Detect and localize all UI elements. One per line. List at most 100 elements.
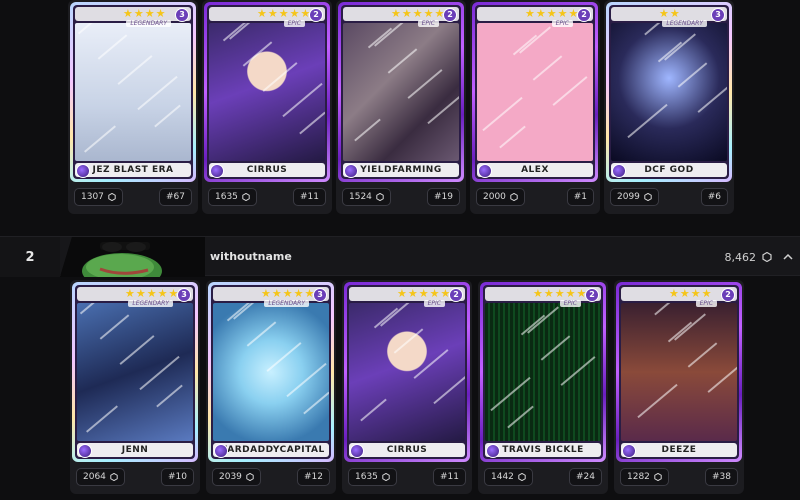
price-pill: 1635 [208,188,257,206]
nft-card-tile[interactable]: ★ ★ ★ ★ 2 EPIC DEEZE 1282 #38 [614,280,744,494]
card-stats: 1635 #11 [208,188,326,208]
card-stats: 1442 #24 [484,468,602,488]
light-streak [664,33,696,61]
card-face: ★★★★★★2 EPIC CIRRUS [347,285,467,459]
leaderboard-row[interactable]: 2 withoutname 8,462 [0,236,800,277]
hexagon-icon [376,193,384,201]
light-streak [407,69,443,99]
light-streak [674,313,706,341]
serial-pill: #38 [705,468,738,486]
card-face: ★ ★ 3 LEGENDARY DCF GOD [609,5,729,179]
serial-pill: #67 [159,188,192,206]
light-streak [262,62,298,92]
nft-card-tile[interactable]: ★ ★ ★ ★ ★ 3 LEGENDARY WARDADDYCAPITAL 2039 #12 [206,280,336,494]
tier-badge: 3 [175,8,189,22]
card-frame[interactable]: ★ ★ ★ ★ ★ 2 EPIC TRAVIS BICKLE [480,282,606,462]
card-frame[interactable]: ★★★★★★2 EPIC YIELDFARMING [338,2,464,182]
rarity-label: EPIC [423,300,445,307]
nft-card-tile[interactable]: ★ ★ ★ ★ ★ 2 EPIC TRAVIS BICKLE 1442 #24 [478,280,608,494]
card-name: DEEZE [621,443,737,457]
rarity-label: LEGENDARY [264,300,309,307]
card-frame[interactable]: ★ ★ ★ ★ 2 EPIC DEEZE [616,282,742,462]
light-streak [560,356,596,386]
light-streak [512,34,538,56]
nft-card-tile[interactable]: ★★★★★★2 EPIC YIELDFARMING 1524 #19 [336,0,466,214]
light-streak [527,306,559,334]
star-icon: ★ [407,287,418,300]
nft-card-tile[interactable]: ★ ★ 3 LEGENDARY DCF GOD 2099 #6 [604,0,734,214]
light-streak [482,96,523,132]
tier-badge: 2 [585,288,599,302]
nft-card-tile[interactable]: ★ ★ ★ ★ ★ 3 LEGENDARY JENN 2064 #10 [70,280,200,494]
card-artwork [213,303,329,441]
tier-badge: 3 [177,288,191,302]
rarity-label: EPIC [551,20,573,27]
card-price: 1307 [81,192,104,202]
chain-logo-icon [344,164,358,178]
star-rating: ★★★★★★ [209,7,325,21]
nft-card-tile[interactable]: ★ ★ ★ ★ 3 LEGENDARY JEZ BLAST ERA 1307 #67 [68,0,198,214]
nft-card-tile[interactable]: ★★★★★★2 EPIC ALEX 2000 #1 [470,0,600,214]
card-price: 2000 [483,192,506,202]
leaderboard-group-2: 2 withoutname 8,462 ★ ★ ★ ★ ★ 3 LEGENDAR… [0,236,800,500]
card-frame[interactable]: ★★★★★★2 EPIC CIRRUS [344,282,470,462]
light-streak [519,26,551,54]
nft-card-tile[interactable]: ★★★★★★2 EPIC CIRRUS 1635 #11 [202,0,332,214]
star-rating: ★★★★★★ [343,7,459,21]
card-frame[interactable]: ★ ★ ★ ★ ★ 3 LEGENDARY WARDADDYCAPITAL [208,282,334,462]
light-streak [97,34,128,60]
card-frame[interactable]: ★ ★ ★ ★ ★ 3 LEGENDARY JENN [72,282,198,462]
card-frame[interactable]: ★ ★ 3 LEGENDARY DCF GOD [606,2,732,182]
card-name: ALEX [477,163,593,177]
serial-pill: #6 [700,188,728,206]
hexagon-icon [242,193,250,201]
light-streak [393,328,424,354]
card-face: ★★★★★★2 EPIC CIRRUS [207,5,327,179]
card-serial: #38 [712,472,731,482]
star-rating: ★★★★★★ [477,7,593,21]
chain-logo-icon [214,444,228,458]
light-streak [654,303,681,316]
card-price: 2039 [219,472,242,482]
light-streak [490,376,531,412]
collapse-row-button[interactable] [780,249,796,265]
nft-card-tile[interactable]: ★★★★★★2 EPIC CIRRUS 1635 #11 [342,280,472,494]
light-streak [540,335,571,361]
star-icon: ★ [543,287,554,300]
tier-badge: 2 [721,288,735,302]
tier-badge: 2 [309,8,323,22]
card-artwork [77,303,193,441]
light-streak [154,104,181,128]
star-icon: ★ [557,7,568,20]
hexagon-icon [108,193,116,201]
light-streak [687,342,718,368]
hexagon-icon [110,473,118,481]
light-streak [499,125,526,149]
light-streak [117,55,153,85]
price-pill: 1282 [620,468,669,486]
chain-logo-icon [486,444,500,458]
card-stats: 2099 #6 [610,188,728,208]
username[interactable]: withoutname [210,237,292,277]
card-frame[interactable]: ★★★★★★2 EPIC CIRRUS [204,2,330,182]
rarity-label: EPIC [283,20,305,27]
chain-logo-icon [210,164,224,178]
tier-badge: 3 [313,288,327,302]
card-frame[interactable]: ★★★★★★2 EPIC ALEX [472,2,598,182]
card-price: 2064 [83,472,106,482]
card-price: 1635 [215,192,238,202]
star-icon: ★ [429,287,440,300]
price-pill: 1635 [348,468,397,486]
serial-pill: #11 [433,468,466,486]
card-price: 1524 [349,192,372,202]
light-streak [520,314,546,336]
light-streak [657,41,683,63]
chevron-up-icon [783,253,793,260]
hexagon-icon [510,193,518,201]
light-streak [532,55,563,81]
card-frame[interactable]: ★ ★ ★ ★ 3 LEGENDARY JEZ BLAST ERA [70,2,196,182]
card-name: DCF GOD [611,163,727,177]
card-name: JENN [77,443,193,457]
card-name: WARDADDYCAPITAL [213,443,329,457]
price-pill: 1307 [74,188,123,206]
